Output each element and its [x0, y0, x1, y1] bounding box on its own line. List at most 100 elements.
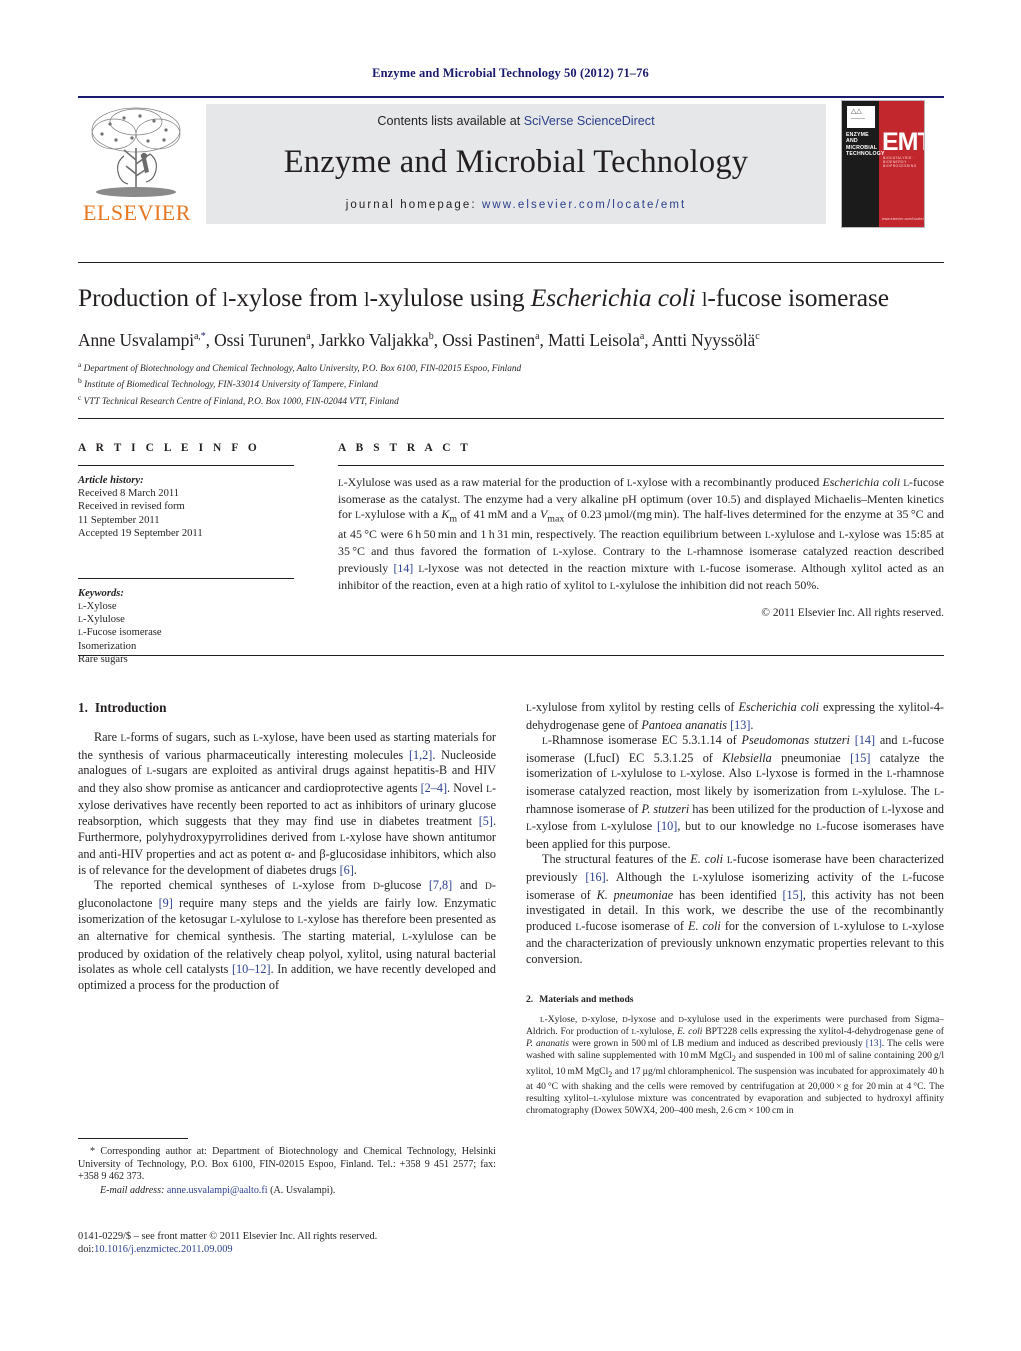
info-block-top-rule: [78, 418, 944, 419]
affiliation-a-text: Department of Biotechnology and Chemical…: [83, 364, 522, 375]
email-note: E-mail address: anne.usvalampi@aalto.fi …: [78, 1185, 496, 1198]
journal-homepage-link[interactable]: www.elsevier.com/locate/emt: [482, 199, 686, 211]
running-head: Enzyme and Microbial Technology 50 (2012…: [372, 66, 649, 80]
section-heading-materials: 2. Materials and methods: [526, 994, 944, 1005]
keyword-item: L-Fucose isomerase: [78, 627, 162, 639]
title-segment-2: -xylose from: [227, 283, 365, 312]
elsevier-tree-icon: [80, 104, 192, 199]
journal-cover-thumbnail: △△—— ENZYME AND MICROBIAL TECHNOLOGY EMT…: [841, 100, 925, 228]
cover-bottom-url: www.elsevier.com/locate/emt: [882, 217, 925, 221]
article-history-item: 11 September 2011: [78, 514, 160, 526]
footnote-rule: [78, 1138, 188, 1139]
body-column-left: 1. Introduction Rare L-forms of sugars, s…: [78, 700, 496, 994]
title-organism: Escherichia coli: [530, 283, 696, 312]
cover-journal-name: ENZYME AND MICROBIAL TECHNOLOGY: [846, 132, 885, 158]
affiliation-b: b Institute of Biomedical Technology, FI…: [78, 375, 948, 391]
journal-title: Enzyme and Microbial Technology: [283, 144, 749, 180]
abstract-block: A B S T R A C T L-Xylulose was used as a…: [338, 442, 944, 619]
cover-elsevier-badge: △△ ——: [847, 106, 875, 128]
affiliation-b-marker: b: [78, 376, 82, 386]
elsevier-wordmark: ELSEVIER: [83, 200, 191, 225]
author-list: Anne Usvalampia,*, Ossi Turunena, Jarkko…: [78, 330, 760, 350]
paragraph: The structural features of the E. coli L…: [526, 852, 945, 966]
affiliation-a-marker: a: [78, 360, 82, 369]
affiliation-list: a Department of Biotechnology and Chemic…: [78, 359, 948, 408]
contents-available-line: Contents lists available at SciVerse Sci…: [206, 114, 826, 128]
doi-link[interactable]: 10.1016/j.enzmictec.2011.09.009: [94, 1244, 232, 1255]
article-history-item: Received in revised form: [78, 501, 185, 513]
title-segment-1: Production of: [78, 283, 223, 312]
author-5-marker: a: [639, 331, 645, 343]
footnote-block: * Corresponding author at: Department of…: [78, 1138, 496, 1197]
journal-article-page: Enzyme and Microbial Technology 50 (2012…: [0, 0, 1021, 1351]
abstract-text: L-Xylulose was used as a raw material fo…: [338, 475, 945, 592]
section-heading-introduction: 1. Introduction: [78, 700, 496, 716]
title-segment-5: -fucose isomerase: [707, 283, 890, 312]
article-info-rule: [78, 465, 294, 466]
copyright-line: © 2011 Elsevier Inc. All rights reserved…: [761, 607, 944, 620]
article-history-label: Article history:: [78, 475, 144, 486]
paragraph: Rare L-forms of sugars, such as L-xylose…: [78, 730, 496, 877]
author-4-marker: a: [535, 331, 540, 343]
sciencedirect-link[interactable]: SciVerse ScienceDirect: [524, 114, 655, 128]
paragraph: L-xylulose from xylitol by resting cells…: [526, 700, 944, 732]
masthead-panel: Contents lists available at SciVerse Sci…: [206, 104, 826, 224]
section-number: 2.: [526, 993, 534, 1005]
issn-line: 0141-0229/$ – see front matter © 2011 El…: [78, 1231, 378, 1242]
keywords-label: Keywords:: [78, 587, 124, 599]
keywords-rule: [78, 577, 294, 579]
cover-tree-icon: △△ ——: [851, 107, 865, 122]
doi-label: doi:: [78, 1244, 95, 1256]
imprint-block: 0141-0229/$ – see front matter © 2011 El…: [78, 1230, 508, 1257]
article-info-heading: A R T I C L E I N F O: [78, 442, 261, 454]
section-number: 1.: [78, 700, 88, 715]
keyword-item: Isomerization: [78, 640, 137, 652]
masthead-top-rule: [78, 96, 944, 98]
author-6-marker: c: [755, 331, 760, 343]
doi-line: doi:10.1016/j.enzmictec.2011.09.009: [78, 1243, 508, 1256]
title-divider: [78, 262, 944, 263]
email-link[interactable]: anne.usvalampi@aalto.fi: [167, 1185, 268, 1196]
paragraph: L-Rhamnose isomerase EC 5.3.1.14 of Pseu…: [526, 733, 945, 851]
affiliation-a: a Department of Biotechnology and Chemic…: [78, 359, 948, 375]
author-1-marker: a,*: [193, 331, 206, 343]
keyword-item: L-Xylose: [78, 600, 117, 612]
author-1[interactable]: Anne Usvalampi: [78, 330, 194, 350]
affiliation-c-marker: c: [78, 392, 82, 402]
email-label: E-mail address:: [100, 1184, 165, 1196]
keyword-item: L-Xylulose: [78, 614, 125, 626]
abstract-rule: [338, 465, 944, 466]
article-history-item: Accepted 19 September 2011: [78, 528, 203, 540]
cover-abbrev: EMT: [882, 128, 924, 156]
corresponding-author-note: * Corresponding author at: Department of…: [78, 1146, 496, 1183]
article-info-block: A R T I C L E I N F O Article history: R…: [78, 442, 294, 667]
journal-masthead: ELSEVIER Contents lists available at Sci…: [78, 96, 944, 230]
paragraph: L-Xylose, D-xylose, D-lyxose and D-xylul…: [526, 1013, 945, 1117]
paragraph: The reported chemical syntheses of L-xyl…: [78, 878, 496, 992]
section-title: Introduction: [94, 700, 167, 715]
journal-homepage-line: journal homepage: www.elsevier.com/locat…: [206, 199, 826, 211]
author-2[interactable]: Ossi Turunen: [214, 330, 306, 350]
homepage-prefix: journal homepage:: [345, 199, 482, 211]
author-3[interactable]: Jarkko Valjakka: [319, 330, 429, 350]
cover-tagline: BIOCATALYSIS · BIOENERGY · BIOPROCESSING: [883, 156, 917, 168]
title-segment-3: -xylulose using: [369, 283, 531, 312]
article-history-item: Received 8 March 2011: [78, 488, 180, 499]
author-4[interactable]: Ossi Pastinen: [442, 330, 535, 350]
author-5[interactable]: Matti Leisola: [548, 330, 640, 350]
author-3-marker: b: [428, 331, 434, 343]
elsevier-logo: ELSEVIER: [78, 104, 196, 226]
abstract-heading: A B S T R A C T: [338, 442, 472, 454]
author-2-marker: a: [306, 331, 311, 343]
page-title: Production of l-xylose from l-xylulose u…: [78, 283, 958, 315]
affiliation-c-text: VTT Technical Research Centre of Finland…: [83, 396, 399, 407]
info-block-bottom-rule: [78, 655, 944, 656]
affiliation-c: c VTT Technical Research Centre of Finla…: [78, 392, 948, 408]
affiliation-b-text: Institute of Biomedical Technology, FIN-…: [84, 380, 378, 391]
email-attribution: (A. Usvalampi).: [270, 1184, 336, 1196]
section-title: Materials and methods: [539, 993, 634, 1005]
body-column-right: L-xylulose from xylitol by resting cells…: [526, 700, 944, 1118]
contents-prefix: Contents lists available at: [377, 114, 524, 128]
author-6[interactable]: Antti Nyyssölä: [652, 330, 756, 350]
